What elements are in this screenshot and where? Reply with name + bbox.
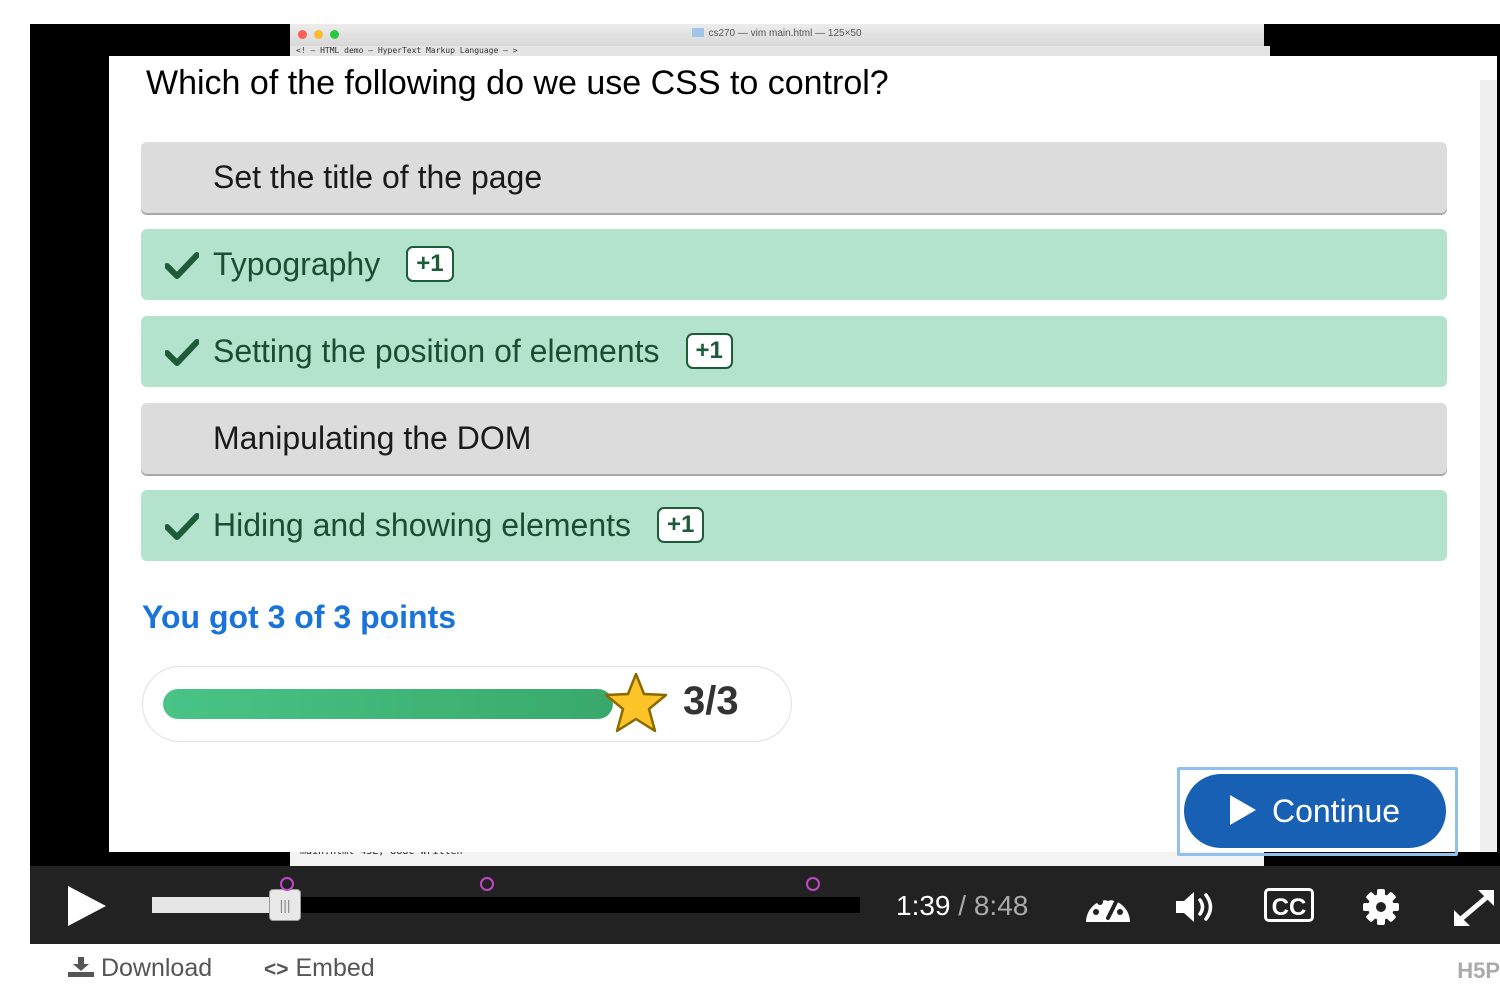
total-time: 8:48 — [973, 890, 1029, 921]
player-controls: ||| 1:39 / 8:48 CC — [30, 866, 1500, 944]
answer-option[interactable]: Manipulating the DOM — [141, 403, 1447, 474]
answer-label: Manipulating the DOM — [213, 420, 532, 456]
answer-text: Typography — [213, 246, 381, 282]
answer-label: Typography +1 — [213, 246, 454, 283]
answer-text: Hiding and showing elements — [213, 507, 632, 543]
download-label: Download — [100, 954, 213, 982]
seek-handle[interactable]: ||| — [270, 890, 301, 920]
answer-label: Set the title of the page — [213, 159, 543, 195]
progress-track — [163, 689, 613, 719]
score-progress-bar: 3/3 — [142, 666, 792, 742]
answer-option[interactable]: Setting the position of elements +1 — [141, 316, 1447, 387]
time-display: 1:39 / 8:48 — [896, 890, 1028, 922]
score-text: You got 3 of 3 points — [142, 599, 457, 635]
terminal-titlebar: cs270 — vim main.html — 125×50 — [290, 24, 1264, 47]
answer-option[interactable]: Hiding and showing elements +1 — [141, 490, 1447, 561]
answer-label: Setting the position of elements +1 — [213, 333, 733, 370]
terminal-title: cs270 — vim main.html — 125×50 — [290, 28, 1264, 39]
current-time: 1:39 — [896, 890, 951, 921]
scrollbar[interactable] — [1480, 80, 1497, 852]
terminal-tab: <! — HTML demo — HyperText Markup Langua… — [290, 46, 1270, 56]
seek-bar[interactable]: ||| — [152, 890, 860, 920]
code-icon: <> — [264, 958, 289, 981]
volume-icon[interactable] — [1174, 888, 1222, 926]
score-badge: +1 — [406, 246, 454, 282]
download-icon — [68, 957, 94, 977]
score-badge: +1 — [685, 333, 733, 369]
fullscreen-icon[interactable] — [1452, 888, 1496, 928]
checkmark-icon — [165, 252, 199, 279]
bookmark-marker[interactable] — [806, 877, 820, 891]
quiz-panel: Which of the following do we use CSS to … — [109, 56, 1497, 856]
bookmark-marker[interactable] — [480, 877, 494, 891]
embed-label: Embed — [295, 954, 375, 982]
embed-link[interactable]: <> Embed — [264, 954, 375, 983]
star-icon — [604, 672, 668, 733]
continue-button[interactable]: Continue — [1184, 774, 1446, 848]
seek-progress — [152, 897, 286, 913]
bookmark-marker[interactable] — [280, 877, 294, 891]
continue-label: Continue — [1271, 792, 1401, 829]
cc-icon[interactable]: CC — [1264, 888, 1314, 922]
play-arrow-icon — [1229, 794, 1256, 825]
download-link[interactable]: Download — [68, 954, 212, 983]
folder-icon — [692, 28, 705, 37]
footer: Download <> Embed H5P — [0, 944, 1500, 984]
answer-label: Hiding and showing elements +1 — [213, 507, 705, 544]
checkmark-icon — [165, 339, 199, 366]
score-fraction: 3/3 — [683, 679, 739, 723]
answer-option[interactable]: Set the title of the page — [141, 142, 1447, 213]
speed-dial-icon[interactable] — [1082, 888, 1134, 926]
answer-text: Setting the position of elements — [213, 333, 660, 369]
score-badge: +1 — [657, 507, 705, 543]
question-text: Which of the following do we use CSS to … — [146, 64, 889, 102]
time-separator: / — [958, 890, 967, 921]
terminal-title-text: cs270 — vim main.html — 125×50 — [708, 28, 862, 39]
play-icon[interactable] — [68, 886, 106, 926]
settings-gear-icon[interactable] — [1360, 888, 1402, 926]
answer-option[interactable]: Typography +1 — [141, 229, 1447, 300]
h5p-logo[interactable]: H5P — [1457, 958, 1500, 984]
progress-fill — [163, 689, 613, 719]
checkmark-icon — [165, 513, 199, 540]
